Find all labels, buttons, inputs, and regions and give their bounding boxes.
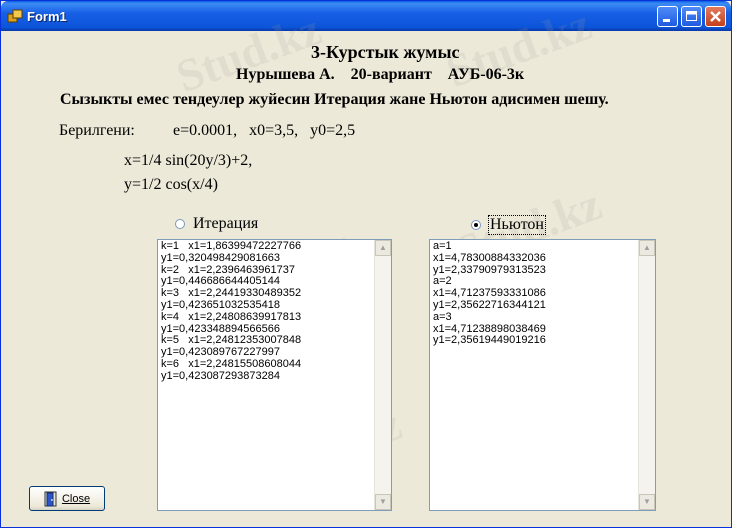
scroll-up-icon[interactable]: ▲ <box>639 240 655 256</box>
author-line: Нурышева А. 20-вариант АУБ-06-3к <box>236 66 525 83</box>
maximize-icon <box>686 11 697 21</box>
radio-newton-label: Ньютон <box>488 215 546 235</box>
result-line: y1=0,423087293873284 <box>161 369 280 382</box>
radio-iteration-label: Итерация <box>193 215 259 232</box>
door-exit-icon <box>44 491 57 506</box>
newton-scrollbar[interactable]: ▲ ▼ <box>638 240 655 510</box>
scroll-down-icon[interactable]: ▼ <box>639 494 655 510</box>
radio-circle[interactable] <box>175 219 185 229</box>
scroll-up-icon[interactable]: ▲ <box>375 240 391 256</box>
result-line: k=6 x1=2,24815508608044 <box>161 357 302 370</box>
newton-results-text: a=1 x1=4,78300884332036 y1=2,3379097931352… <box>433 240 546 347</box>
window-title: Form1 <box>27 9 67 24</box>
result-line: a=3 <box>433 310 452 323</box>
main-window: Form1 Stud.kz Stud.kz Stud.kz Stud.kz St… <box>0 0 732 528</box>
radio-circle-selected[interactable] <box>471 220 481 230</box>
result-line: x1=4,78300884332036 <box>433 251 546 264</box>
iteration-scrollbar[interactable]: ▲ ▼ <box>374 240 391 510</box>
given-params: e=0.0001, x0=3,5, y0=2,5 <box>173 122 356 139</box>
result-line: k=4 x1=2,24808639917813 <box>161 310 302 323</box>
close-button[interactable]: Close <box>29 486 105 511</box>
radio-newton[interactable]: Ньютон <box>471 215 546 235</box>
radio-iteration[interactable]: Итерация <box>175 215 259 233</box>
equation-y: y=1/2 cos(x/4) <box>124 176 218 193</box>
radio-dot <box>474 223 478 227</box>
result-line: y1=0,320498429081663 <box>161 251 280 264</box>
task-statement: Сызыкты емес тендеулер жуйесин Итерация … <box>60 91 609 108</box>
close-window-button[interactable] <box>705 6 726 27</box>
result-line: y1=2,35622716344121 <box>433 298 546 311</box>
title-bar[interactable]: Form1 <box>1 1 731 31</box>
scroll-down-icon[interactable]: ▼ <box>375 494 391 510</box>
iteration-results-memo[interactable]: k=1 x1=1,86399472227766 y1=0,320498429081… <box>157 239 392 511</box>
result-line: y1=2,35619449019216 <box>433 334 546 347</box>
close-icon <box>710 11 721 22</box>
result-line: y1=0,423651032535418 <box>161 298 280 311</box>
minimize-icon <box>663 19 670 22</box>
page-title: 3-Курстык жумыс <box>311 42 460 62</box>
given-label: Берилгени: <box>59 122 135 139</box>
maximize-button[interactable] <box>681 6 702 27</box>
minimize-button[interactable] <box>657 6 678 27</box>
newton-results-memo[interactable]: a=1 x1=4,78300884332036 y1=2,3379097931352… <box>429 239 656 511</box>
form-client-area: Stud.kz Stud.kz Stud.kz Stud.kz Stud.kz … <box>4 1 728 525</box>
close-button-label: Close <box>61 492 91 505</box>
iteration-results-text: k=1 x1=1,86399472227766 y1=0,320498429081… <box>161 240 302 383</box>
equation-x: x=1/4 sin(20y/3)+2, <box>124 152 253 169</box>
app-icon <box>7 9 23 23</box>
